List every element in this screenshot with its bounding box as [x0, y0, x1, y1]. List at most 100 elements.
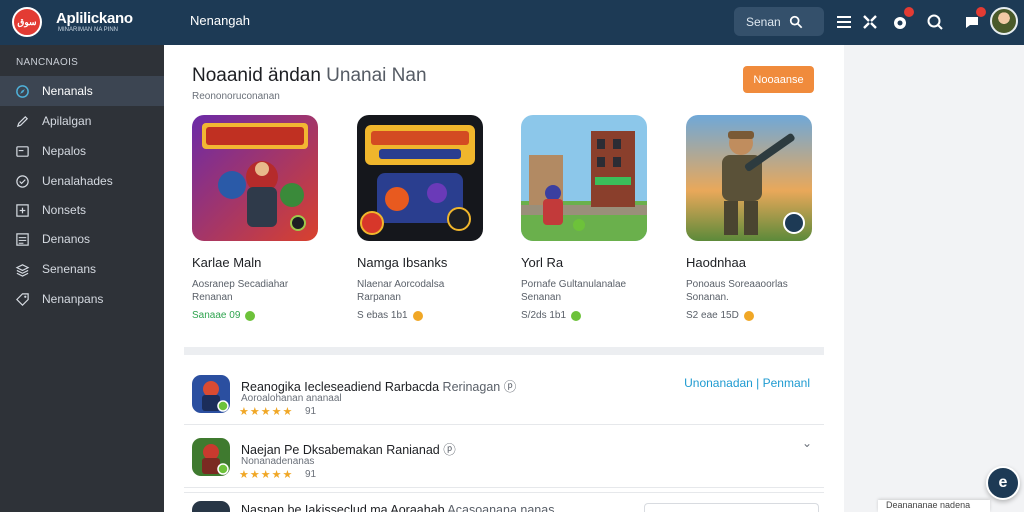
game-card[interactable]: Karlae Maln Aosranep Secadiahar Renanan …: [192, 115, 322, 321]
toast-message: Deanananae nadena: [878, 500, 990, 512]
chat-icon[interactable]: [962, 7, 986, 32]
tag-icon: [16, 292, 29, 306]
status-dot-icon: [245, 310, 256, 321]
sidebar-item-label: Apilalgan: [42, 114, 92, 128]
game-art-image: [686, 115, 812, 241]
list-icon: [16, 232, 29, 246]
list-item[interactable]: Nasnan be Iakisseclud ma Aoraahab Acasoa…: [184, 492, 824, 512]
menu-icon[interactable]: [834, 12, 854, 32]
circle-check-icon: [16, 174, 29, 188]
search-button[interactable]: Senan: [734, 7, 824, 36]
sidebar-item-label: Senenans: [42, 262, 97, 276]
game-card[interactable]: Yorl Ra Pornafe Gultanulanalae Senanan S…: [521, 115, 651, 321]
game-title[interactable]: Haodnhaa: [686, 255, 816, 270]
primary-action-button[interactable]: Nooaanse: [743, 66, 814, 93]
game-thumbnail[interactable]: [686, 115, 812, 241]
row-action-link[interactable]: Unonanadan | Penmanl: [684, 376, 810, 390]
app-art-image: [192, 438, 230, 476]
game-description: Aosranep Secadiahar Renanan: [192, 278, 317, 304]
sidebar-item-senenans[interactable]: Senenans: [0, 254, 164, 284]
sidebar-item-apilalgan[interactable]: Apilalgan: [0, 106, 164, 136]
app-icon[interactable]: [192, 438, 230, 476]
sidebar-item-nonsets[interactable]: Nonsets: [0, 195, 164, 225]
game-meta: Sanaae 09: [192, 310, 322, 321]
list-item-subtitle: Aoroalohanan ananaal: [241, 393, 342, 404]
page-title-bold: Noaanid ändan: [192, 65, 321, 86]
brand-name[interactable]: Aplilickano: [56, 10, 133, 27]
sidebar-item-label: Uenalahades: [42, 174, 113, 188]
list-item-subtitle: Nonanadenanas: [241, 456, 315, 467]
game-thumbnail[interactable]: [357, 115, 483, 241]
game-description-line: Renanan: [192, 292, 233, 303]
stack-icon: [15, 263, 30, 277]
game-meta-text: S2 eae 15D: [686, 310, 739, 321]
rating-stars: ★★★★★: [239, 406, 294, 418]
search-label: Senan: [746, 14, 781, 29]
top-bar: سوق Aplilickano MINARIMAN NA PINN Nenang…: [0, 0, 1024, 45]
apps-icon[interactable]: [860, 12, 880, 32]
game-description-line: Senanan: [521, 292, 562, 303]
sidebar-item-label: Nepalos: [42, 144, 87, 158]
game-description-line: Pornafe Gultanulanalae: [521, 279, 627, 290]
game-meta-text: S ebas 1b1: [357, 310, 408, 321]
game-meta: S/2ds 1b1: [521, 310, 651, 321]
game-title[interactable]: Yorl Ra: [521, 255, 651, 270]
game-description: Ponoaus Soreaaoorlas Sonanan.: [686, 278, 811, 304]
sidebar: NANCNAOIS Nenanals Apilalgan Nepalos Uen…: [0, 45, 164, 512]
app-logo[interactable]: سوق: [12, 7, 42, 37]
game-title[interactable]: Karlae Maln: [192, 255, 322, 270]
nav-link[interactable]: Nenangah: [190, 13, 250, 28]
game-description-line: Aosranep Secadiahar: [192, 279, 289, 290]
game-description: Pornafe Gultanulanalae Senanan: [521, 278, 646, 304]
list-item-title-text: Naejan Pe Dksabemakan Ranianad: [241, 443, 440, 457]
sidebar-heading: NANCNAOIS: [16, 57, 79, 68]
search-toolbar-icon[interactable]: [925, 12, 945, 32]
status-dot-icon: [743, 310, 754, 321]
list-item-title[interactable]: Nasnan be Iakisseclud ma Aoraahab Acasoa…: [241, 503, 554, 512]
page-title: Noaanid ändan Unanai Nan: [192, 65, 427, 87]
game-title[interactable]: Namga Ibsanks: [357, 255, 487, 270]
game-card[interactable]: Namga Ibsanks Nlaenar Aorcodalsa Rarpana…: [357, 115, 487, 321]
help-button[interactable]: e: [986, 466, 1020, 500]
list-item-title-text: Reanogika Iecleseadiend Rarbacda: [241, 380, 440, 394]
game-description-line: Nlaenar Aorcodalsa: [357, 279, 445, 290]
chevron-down-icon[interactable]: ⌄: [802, 436, 812, 450]
sidebar-item-nenanals[interactable]: Nenanals: [0, 76, 164, 106]
rating-count: 91: [305, 406, 317, 417]
game-meta: S2 eae 15D: [686, 310, 816, 321]
app-icon[interactable]: [192, 501, 230, 512]
brand-tagline: MINARIMAN NA PINN: [58, 27, 119, 33]
list-item[interactable]: Naejan Pe Dksabemakan Ranianad ⓟ Nonanad…: [184, 426, 824, 488]
rating-count: 91: [305, 469, 317, 480]
notifications-icon[interactable]: [890, 7, 914, 32]
app-icon[interactable]: [192, 375, 230, 413]
list-item-title-muted: Acasoanana nanas: [447, 503, 555, 512]
sidebar-item-label: Nenanpans: [42, 292, 104, 306]
notification-badge: [904, 7, 914, 17]
sidebar-item-uenalahades[interactable]: Uenalahades: [0, 166, 164, 196]
list-item-title-text: Nasnan be Iakisseclud ma Aoraahab: [241, 503, 445, 512]
page-subtitle: Reononoruconanan: [192, 91, 280, 102]
app-art-image: [192, 375, 230, 413]
sidebar-item-nepalos[interactable]: Nepalos: [0, 136, 164, 166]
list-item-title-muted: Rerinagan ⓟ: [442, 380, 517, 394]
rating-stars: ★★★★★: [239, 469, 294, 481]
sidebar-item-label: Nonsets: [42, 203, 87, 217]
status-dot-icon: [571, 310, 582, 321]
list-item[interactable]: Reanogika Iecleseadiend Rarbacda Rerinag…: [184, 363, 824, 425]
game-thumbnail[interactable]: [521, 115, 647, 241]
game-thumbnail[interactable]: [192, 115, 318, 241]
game-art-image: [521, 115, 647, 241]
right-pane: [844, 45, 1024, 512]
sidebar-item-nenanpans[interactable]: Nenanpans: [0, 284, 164, 314]
row-input-box[interactable]: [644, 503, 819, 512]
user-avatar[interactable]: [990, 7, 1018, 35]
sidebar-item-denanos[interactable]: Denanos: [0, 224, 164, 254]
game-card[interactable]: Haodnhaa Ponoaus Soreaaoorlas Sonanan. S…: [686, 115, 816, 321]
pen-icon: [16, 115, 29, 127]
game-description-line: Sonanan.: [686, 292, 729, 303]
game-description: Nlaenar Aorcodalsa Rarpanan: [357, 278, 482, 304]
game-description-line: Ponoaus Soreaaoorlas: [686, 279, 788, 290]
status-dot-icon: [412, 310, 423, 321]
game-art-image: [357, 115, 483, 241]
